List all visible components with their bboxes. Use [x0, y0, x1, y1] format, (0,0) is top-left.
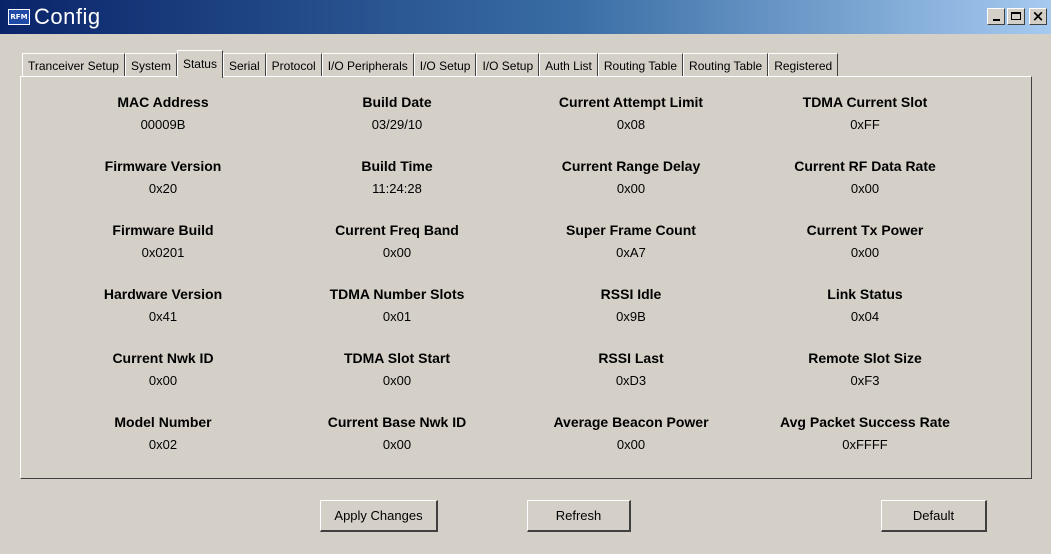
tab-i-o-setup[interactable]: I/O Setup [476, 53, 540, 77]
status-field: Link Status 0x04 [780, 285, 950, 349]
status-field-label: Super Frame Count [566, 222, 696, 238]
window-title: Config [34, 4, 101, 29]
status-field-label: Hardware Version [103, 286, 223, 302]
status-field: TDMA Current Slot 0xFF [780, 93, 950, 157]
status-field-label: Current Tx Power [806, 222, 924, 238]
tab-protocol[interactable]: Protocol [265, 53, 322, 77]
status-field-label: Current RF Data Rate [794, 158, 936, 174]
status-field-value: 0x41 [148, 309, 178, 324]
tab-status[interactable]: Status [176, 50, 223, 78]
status-field-value: 0xD3 [615, 373, 647, 388]
status-field-value: 0x00 [148, 373, 178, 388]
status-field: Current Freq Band 0x00 [312, 221, 482, 285]
window-controls: × [987, 8, 1047, 25]
status-field: TDMA Number Slots 0x01 [312, 285, 482, 349]
status-panel: MAC Address 00009B Build Date 03/29/10 Curre… [20, 76, 1032, 479]
status-field: RSSI Idle 0x9B [546, 285, 716, 349]
status-field-value: 0x04 [850, 309, 880, 324]
default-button[interactable]: Default [881, 500, 987, 532]
config-window: RFM Config × Tranceiver Setup System Statu… [0, 0, 1051, 554]
refresh-button[interactable]: Refresh [527, 500, 631, 532]
status-field-label: Firmware Build [112, 222, 214, 238]
status-field-label: RSSI Last [598, 350, 664, 366]
tab-auth-list[interactable]: Auth List [539, 53, 598, 77]
status-field: MAC Address 00009B [78, 93, 248, 157]
status-field-label: Current Nwk ID [112, 350, 214, 366]
status-field-value: 0xF3 [850, 373, 880, 388]
tab-tranceiver-setup[interactable]: Tranceiver Setup [22, 53, 125, 77]
status-field: RSSI Last 0xD3 [546, 349, 716, 413]
status-field-value: 11:24:28 [372, 181, 422, 196]
status-field: Current Nwk ID 0x00 [78, 349, 248, 413]
status-field-value: 03/29/10 [371, 117, 423, 132]
status-field-label: Build Time [361, 158, 433, 174]
tab-registered[interactable]: Registered [768, 53, 839, 77]
status-field-value: 0x00 [616, 437, 646, 452]
tab-i-o-peripherals[interactable]: I/O Peripherals [321, 53, 414, 77]
status-field: Current Attempt Limit 0x08 [546, 93, 716, 157]
title-bar[interactable]: RFM Config × [0, 0, 1051, 34]
status-field-label: Link Status [827, 286, 903, 302]
status-field-label: RSSI Idle [600, 286, 662, 302]
maximize-icon[interactable] [1007, 8, 1025, 25]
status-field-label: Current Attempt Limit [558, 94, 704, 110]
status-field: Current Base Nwk ID 0x00 [312, 413, 482, 477]
status-field-value: 0xA7 [616, 245, 646, 260]
status-field-value: 0x00 [382, 245, 412, 260]
status-field-value: 0x00 [850, 181, 880, 196]
status-field-label: Current Range Delay [561, 158, 701, 174]
app-logo-icon: RFM [8, 9, 30, 25]
status-field-value: 0x0201 [141, 245, 185, 260]
status-field-value: 0x00 [850, 245, 880, 260]
tab-strip: Tranceiver Setup System Status Serial Protoc… [22, 50, 839, 78]
status-field: Average Beacon Power 0x00 [546, 413, 716, 477]
status-field-label: TDMA Current Slot [802, 94, 928, 110]
status-field: Current Range Delay 0x00 [546, 157, 716, 221]
tab-serial[interactable]: Serial [222, 53, 266, 77]
status-field: Remote Slot Size 0xF3 [780, 349, 950, 413]
status-field: Firmware Version 0x20 [78, 157, 248, 221]
status-field-label: Build Date [362, 94, 432, 110]
status-field-label: Current Base Nwk ID [327, 414, 467, 430]
tab-routing-table[interactable]: Routing Table [683, 53, 769, 77]
status-field-label: Model Number [114, 414, 212, 430]
status-field-label: Remote Slot Size [808, 350, 922, 366]
close-icon[interactable]: × [1029, 8, 1047, 25]
tab-i-o-setup[interactable]: I/O Setup [413, 53, 477, 77]
apply-changes-button[interactable]: Apply Changes [320, 500, 438, 532]
status-field-value: 0x00 [382, 437, 412, 452]
status-field-label: Firmware Version [104, 158, 222, 174]
tab-routing-table[interactable]: Routing Table [597, 53, 684, 77]
status-field-value: 0xFF [850, 117, 880, 132]
status-field-label: TDMA Slot Start [343, 350, 451, 366]
status-field-value: 0x01 [382, 309, 412, 324]
status-field: Firmware Build 0x0201 [78, 221, 248, 285]
tab-system[interactable]: System [124, 53, 177, 77]
status-field: Current Tx Power 0x00 [780, 221, 950, 285]
status-field: Current RF Data Rate 0x00 [780, 157, 950, 221]
status-field-label: MAC Address [117, 94, 209, 110]
status-grid: MAC Address 00009B Build Date 03/29/10 Curre… [78, 93, 1014, 477]
status-field: TDMA Slot Start 0x00 [312, 349, 482, 413]
minimize-icon[interactable] [987, 8, 1005, 25]
status-field-value: 00009B [140, 117, 186, 132]
status-field-label: Average Beacon Power [553, 414, 709, 430]
status-field: Super Frame Count 0xA7 [546, 221, 716, 285]
status-field: Build Time 11:24:28 [312, 157, 482, 221]
status-field: Hardware Version 0x41 [78, 285, 248, 349]
status-field: Avg Packet Success Rate 0xFFFF [780, 413, 950, 477]
status-field-label: TDMA Number Slots [329, 286, 465, 302]
status-field-value: 0x00 [616, 181, 646, 196]
status-field-value: 0x9B [616, 309, 646, 324]
status-field-value: 0x20 [148, 181, 178, 196]
status-field: Build Date 03/29/10 [312, 93, 482, 157]
status-field-value: 0xFFFF [842, 437, 888, 452]
status-field-value: 0x02 [148, 437, 178, 452]
status-field-label: Current Freq Band [335, 222, 459, 238]
status-field-value: 0x00 [382, 373, 412, 388]
status-field-label: Avg Packet Success Rate [780, 414, 950, 430]
status-field-value: 0x08 [616, 117, 646, 132]
status-field: Model Number 0x02 [78, 413, 248, 477]
